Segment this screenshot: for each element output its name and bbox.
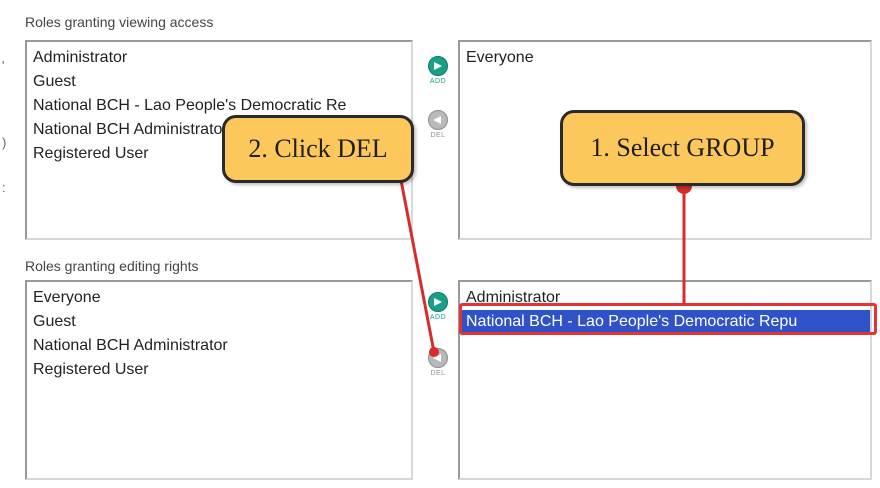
add-label: ADD [429, 314, 447, 321]
list-item[interactable]: Guest [27, 70, 411, 94]
list-item[interactable]: Everyone [27, 286, 411, 310]
arrow-right-icon [428, 292, 448, 312]
list-item[interactable]: Registered User [27, 358, 411, 382]
edge-mark: ' [2, 58, 5, 73]
step2-callout: 2. Click DEL [222, 115, 414, 183]
viewing-add-button[interactable]: ADD [423, 56, 453, 85]
selection-highlight-box [459, 303, 877, 335]
del-label: DEL [430, 370, 446, 377]
viewing-del-button[interactable]: DEL [423, 110, 453, 139]
del-label: DEL [430, 132, 446, 139]
editing-add-button[interactable]: ADD [423, 292, 453, 321]
edge-mark: ) [2, 135, 7, 150]
viewing-section-label: Roles granting viewing access [25, 14, 214, 30]
add-label: ADD [429, 78, 447, 85]
list-item[interactable]: Guest [27, 310, 411, 334]
arrow-left-icon [428, 348, 448, 368]
list-item[interactable]: Administrator [27, 46, 411, 70]
arrow-right-icon [428, 56, 448, 76]
list-item[interactable]: National BCH Administrator [27, 334, 411, 358]
editing-del-button[interactable]: DEL [423, 348, 453, 377]
edge-mark: : [2, 180, 6, 195]
list-item[interactable]: Everyone [460, 46, 870, 70]
arrow-left-icon [428, 110, 448, 130]
editing-available-roles-list[interactable]: Everyone Guest National BCH Administrato… [25, 280, 413, 480]
step1-callout: 1. Select GROUP [560, 110, 805, 186]
editing-section-label: Roles granting editing rights [25, 258, 199, 274]
